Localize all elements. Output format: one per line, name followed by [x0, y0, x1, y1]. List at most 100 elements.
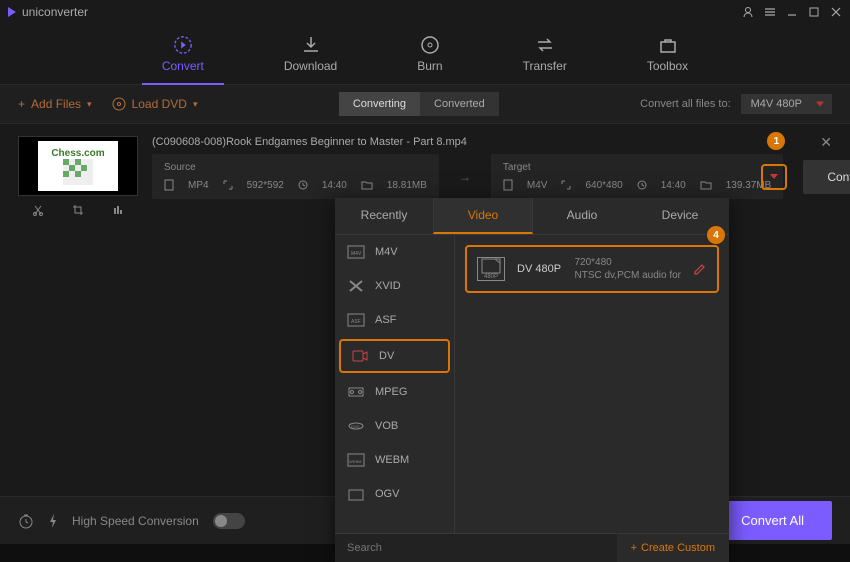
format-dropdown: Recently Video Audio Device 4 M4VM4V XVI… — [335, 198, 729, 562]
target-resolution: 640*480 — [585, 180, 622, 191]
effects-icon[interactable] — [112, 204, 124, 216]
plus-icon: + — [631, 542, 637, 554]
load-dvd-button[interactable]: Load DVD ▾ — [112, 97, 198, 111]
convert-button[interactable]: Convert — [803, 160, 850, 194]
source-target-row: Source MP4 592*592 14:40 18.81MB → Targe… — [152, 154, 850, 199]
source-format: MP4 — [188, 180, 209, 191]
file-icon — [164, 179, 174, 191]
preset-details: 720*480 NTSC dv,PCM audio for — [574, 257, 681, 281]
high-speed-toggle[interactable] — [213, 513, 245, 529]
format-label: WEBM — [375, 454, 409, 466]
target-expand-button[interactable] — [761, 164, 787, 190]
tab-audio[interactable]: Audio — [533, 198, 631, 234]
format-xvid[interactable]: XVID — [335, 269, 454, 303]
preset-dv-480p[interactable]: 480P DV 480P 720*480 NTSC dv,PCM audio f… — [465, 245, 719, 293]
thumb-preview: Chess.com — [38, 141, 118, 191]
dropdown-body: M4V M4V XVID ASF ASF DV 3 MPEG DVD VOB WEBM… — [335, 235, 729, 533]
format-label: ASF — [375, 314, 396, 326]
format-label: XVID — [375, 280, 401, 292]
nav-convert[interactable]: Convert — [152, 31, 214, 77]
status-segment: Converting Converted — [339, 92, 499, 116]
source-stats: MP4 592*592 14:40 18.81MB — [164, 179, 427, 191]
load-dvd-label: Load DVD — [132, 97, 187, 111]
format-asf[interactable]: ASF ASF — [335, 303, 454, 337]
nav-label: Transfer — [523, 59, 567, 73]
create-custom-label: Create Custom — [641, 542, 715, 554]
toolbox-icon — [658, 35, 678, 55]
convert-all-label: Convert all files to: — [640, 98, 730, 110]
source-label: Source — [164, 162, 427, 173]
target-duration: 14:40 — [661, 180, 686, 191]
vob-icon: DVD — [347, 419, 365, 433]
dv-icon — [351, 349, 369, 363]
source-box: Source MP4 592*592 14:40 18.81MB — [152, 154, 439, 199]
format-vob[interactable]: DVD VOB — [335, 409, 454, 443]
add-files-button[interactable]: + Add Files ▾ — [18, 97, 92, 111]
bolt-icon — [48, 513, 58, 529]
clock-icon — [298, 180, 308, 190]
asf-icon: ASF — [347, 313, 365, 327]
nav-burn[interactable]: Burn — [407, 31, 452, 77]
nav-label: Toolbox — [647, 59, 688, 73]
folder-icon — [700, 180, 712, 190]
video-thumbnail[interactable]: Chess.com — [18, 136, 138, 196]
file-icon — [503, 179, 513, 191]
nav-toolbox[interactable]: Toolbox — [637, 31, 698, 77]
crop-icon[interactable] — [72, 204, 84, 216]
nav-label: Burn — [417, 59, 442, 73]
window-controls — [742, 6, 842, 18]
preset-desc: NTSC dv,PCM audio for — [574, 270, 681, 281]
transfer-icon — [535, 35, 555, 55]
tab-video[interactable]: Video — [433, 198, 533, 234]
step-badge-4: 4 — [707, 226, 725, 244]
close-file-icon[interactable]: ✕ — [820, 134, 832, 151]
format-label: M4V — [375, 246, 398, 258]
mpeg-icon — [347, 385, 365, 399]
timer-icon[interactable] — [18, 513, 34, 529]
source-size: 18.81MB — [387, 180, 427, 191]
format-dv[interactable]: DV 3 — [339, 339, 450, 373]
main-nav: Convert Download Burn Transfer Toolbox — [0, 24, 850, 84]
trim-icon[interactable] — [32, 204, 44, 216]
format-search-input[interactable] — [335, 534, 617, 562]
close-icon[interactable] — [830, 6, 842, 18]
tab-converted[interactable]: Converted — [420, 92, 499, 116]
nav-label: Convert — [162, 59, 204, 73]
target-stats: M4V 640*480 14:40 139.37MB — [503, 179, 771, 191]
source-resolution: 592*592 — [247, 180, 284, 191]
burn-icon — [420, 35, 440, 55]
format-webm[interactable]: WEBM WEBM — [335, 443, 454, 477]
preset-panel: 480P DV 480P 720*480 NTSC dv,PCM audio f… — [455, 235, 729, 533]
preset-file-icon: 480P — [477, 257, 505, 281]
m4v-icon: M4V — [347, 245, 365, 259]
download-icon — [301, 35, 321, 55]
tab-converting[interactable]: Converting — [339, 92, 420, 116]
format-m4v[interactable]: M4V M4V — [335, 235, 454, 269]
nav-transfer[interactable]: Transfer — [513, 31, 577, 77]
maximize-icon[interactable] — [808, 6, 820, 18]
format-mpeg[interactable]: MPEG — [335, 375, 454, 409]
nav-download[interactable]: Download — [274, 31, 347, 77]
user-icon[interactable] — [742, 6, 754, 18]
edit-preset-icon[interactable] — [693, 262, 707, 276]
format-label: DV — [379, 350, 394, 362]
tab-recently[interactable]: Recently — [335, 198, 433, 234]
webm-icon: WEBM — [347, 453, 365, 467]
format-ogv[interactable]: OGV — [335, 477, 454, 511]
format-label: OGV — [375, 488, 399, 500]
format-list[interactable]: M4V M4V XVID ASF ASF DV 3 MPEG DVD VOB WEBM… — [335, 235, 455, 533]
svg-text:M4V: M4V — [351, 251, 362, 257]
menu-icon[interactable] — [764, 6, 776, 18]
source-duration: 14:40 — [322, 180, 347, 191]
minimize-icon[interactable] — [786, 6, 798, 18]
app-logo-icon — [8, 7, 16, 17]
convert-all-button[interactable]: Convert All — [713, 501, 832, 540]
target-box: Target M4V 640*480 14:40 139.37MB 1 — [491, 154, 783, 199]
app-title: uniconverter — [22, 5, 88, 19]
thumb-brand: Chess.com — [51, 148, 104, 159]
output-format-select[interactable]: M4V 480P — [741, 94, 832, 114]
format-label: VOB — [375, 420, 398, 432]
create-custom-button[interactable]: + Create Custom — [617, 534, 729, 562]
toolbar-right: Convert all files to: M4V 480P — [640, 94, 832, 114]
dvd-icon — [112, 97, 126, 111]
